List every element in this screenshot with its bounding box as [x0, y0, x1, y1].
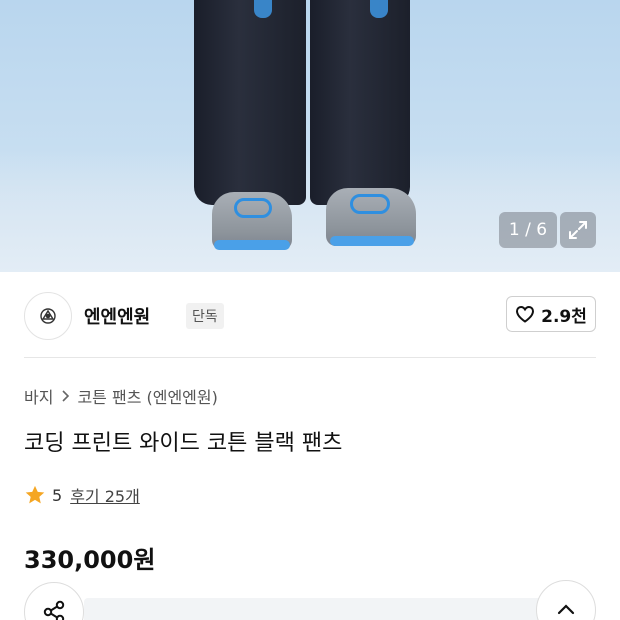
- shoe-lace-right: [350, 194, 390, 214]
- pants-print-right: [370, 0, 388, 18]
- star-icon: [25, 485, 45, 504]
- promo-banner[interactable]: [84, 598, 544, 620]
- pants-leg-left: [194, 0, 306, 205]
- brand-logo[interactable]: [24, 292, 72, 340]
- breadcrumb-item-cotton-pants[interactable]: 코튼 팬츠 (엔엔엔원): [77, 384, 217, 408]
- share-icon: [43, 600, 65, 620]
- chevron-up-icon: [557, 604, 575, 615]
- heart-icon: [516, 305, 535, 323]
- brand-name[interactable]: 엔엔엔원: [84, 303, 150, 329]
- like-button[interactable]: 2.9천: [506, 296, 596, 332]
- rating-row: 5 후기 25개: [24, 483, 140, 507]
- section-divider: [24, 357, 596, 358]
- review-link[interactable]: 후기 25개: [70, 483, 140, 507]
- scroll-top-button[interactable]: [536, 580, 596, 620]
- share-button[interactable]: [24, 582, 84, 620]
- shoe-sole-left: [214, 240, 290, 250]
- exclusive-badge: 단독: [186, 303, 224, 329]
- shoe-sole-right: [330, 236, 414, 246]
- breadcrumb: 바지 코튼 팬츠 (엔엔엔원): [24, 384, 218, 408]
- product-price: 330,000원: [24, 546, 156, 574]
- expand-icon: [569, 221, 587, 239]
- image-counter: 1 / 6: [499, 212, 557, 248]
- brand-logo-icon: [40, 308, 56, 324]
- pants-leg-right: [310, 0, 410, 205]
- product-title: 코딩 프린트 와이드 코튼 블랙 팬츠: [24, 431, 343, 456]
- chevron-right-icon: [62, 390, 70, 402]
- product-image[interactable]: 1 / 6: [0, 0, 620, 272]
- breadcrumb-item-pants[interactable]: 바지: [24, 384, 53, 408]
- expand-button[interactable]: [560, 212, 596, 248]
- brand-row: 엔엔엔원 단독 2.9천: [24, 290, 596, 340]
- like-count: 2.9천: [541, 306, 587, 327]
- shoe-lace-left: [234, 198, 272, 218]
- rating-value: 5: [52, 485, 63, 505]
- pants-print-left: [254, 0, 272, 18]
